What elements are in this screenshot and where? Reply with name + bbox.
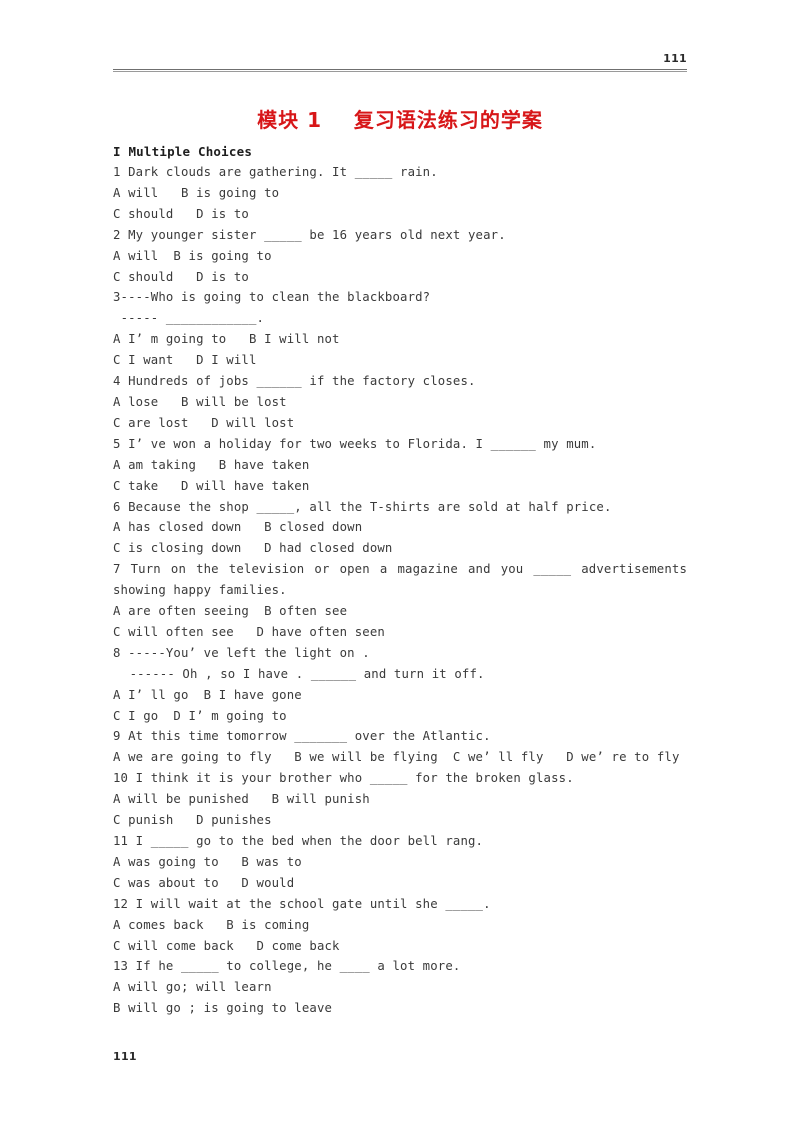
text-line: C are lost D will lost: [113, 415, 295, 430]
text-line: A am taking B have taken: [113, 457, 310, 472]
text-line: C will come back D come back: [113, 938, 340, 953]
text-line: A was going to B was to: [113, 854, 302, 869]
text-line: 8 -----You’ ve left the light on .: [113, 645, 370, 660]
text-line: C is closing down D had closed down: [113, 541, 393, 556]
document-body: I Multiple Choices 1 Dark clouds are gat…: [113, 141, 687, 1019]
text-line: A will be punished B will punish: [113, 792, 370, 807]
text-line: A has closed down B closed down: [113, 520, 363, 535]
text-line: A I’ m going to B I will not: [113, 332, 340, 347]
question-list: 1 Dark clouds are gathering. It _____ ra…: [113, 162, 687, 1019]
text-line: 5 I’ ve won a holiday for two weeks to F…: [113, 436, 597, 451]
text-line: showing happy families.: [113, 583, 287, 598]
text-line: 2 My younger sister _____ be 16 years ol…: [113, 227, 506, 242]
text-line: C punish D punishes: [113, 813, 272, 828]
text-line: 1 Dark clouds are gathering. It _____ ra…: [113, 165, 438, 179]
text-line: ------ Oh , so I have . ______ and turn …: [122, 666, 485, 681]
footer-page-number: 111: [113, 1050, 137, 1063]
text-line: A will B is going to: [113, 248, 272, 263]
text-line: 4 Hundreds of jobs ______ if the factory…: [113, 374, 476, 389]
text-line: 13 If he _____ to college, he ____ a lot…: [113, 959, 461, 974]
text-line: C was about to D would: [113, 875, 295, 890]
page-header: 111: [113, 52, 687, 72]
text-line: A will go; will learn: [113, 980, 272, 995]
header-divider: [113, 69, 687, 72]
document-page: 111 模块 1 复习语法练习的学案 I Multiple Choices 1 …: [0, 0, 800, 1132]
text-line: C I want D I will: [113, 353, 257, 368]
text-line: A lose B will be lost: [113, 394, 287, 409]
header-page-number: 111: [663, 52, 687, 65]
text-line: 12 I will wait at the school gate until …: [113, 896, 491, 911]
text-line: C should D is to: [113, 269, 249, 284]
page-title: 模块 1 复习语法练习的学案: [257, 108, 543, 132]
text-line: A I’ ll go B I have gone: [113, 687, 302, 702]
text-line: ----- ____________.: [113, 311, 265, 326]
text-line: A we are going to fly B we will be flyin…: [113, 750, 680, 765]
text-line: 9 At this time tomorrow _______ over the…: [113, 729, 491, 744]
text-line: A comes back B is coming: [113, 917, 310, 932]
text-line: C I go D I’ m going to: [113, 708, 287, 723]
text-line: 3----Who is going to clean the blackboar…: [113, 290, 431, 305]
text-line: 6 Because the shop _____, all the T-shir…: [113, 499, 612, 514]
text-line: B will go ; is going to leave: [113, 1001, 333, 1016]
text-line: C will often see D have often seen: [113, 624, 385, 639]
section-heading: I Multiple Choices: [113, 144, 253, 159]
text-line: 10 I think it is your brother who _____ …: [113, 771, 574, 786]
text-line: C should D is to: [113, 206, 249, 221]
text-line: C take D will have taken: [113, 478, 310, 493]
text-line: A are often seeing B often see: [113, 604, 348, 619]
text-line: A will B is going to: [113, 185, 280, 200]
text-line: 11 I _____ go to the bed when the door b…: [113, 834, 484, 848]
text-line: 7 Turn on the television or open a magaz…: [113, 562, 687, 577]
